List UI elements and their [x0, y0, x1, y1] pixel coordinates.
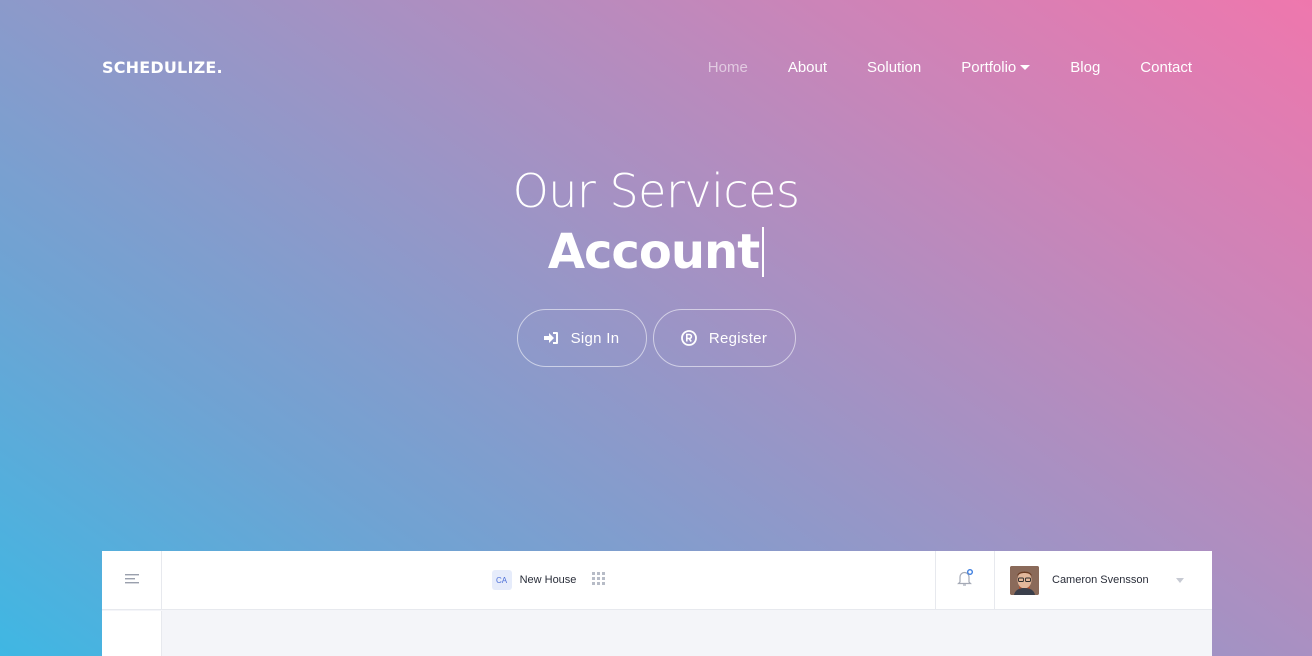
apps-grid-icon[interactable] [592, 572, 606, 588]
app-menu-toggle[interactable] [102, 551, 162, 609]
notifications-button[interactable] [935, 551, 995, 609]
app-sidebar [102, 611, 162, 656]
register-label: Register [708, 329, 768, 347]
navbar: SCHEDULIZE. Home About Solution Portfoli… [102, 52, 1192, 82]
project-switcher[interactable]: CA New House [162, 570, 935, 590]
nav-home[interactable]: Home [708, 59, 748, 76]
app-preview: CA New House Cameron Svensson [102, 551, 1212, 656]
chevron-down-icon [1176, 577, 1184, 583]
typing-cursor [762, 227, 765, 277]
register-button[interactable]: Register [652, 309, 796, 367]
menu-icon [124, 571, 139, 589]
avatar [1010, 565, 1039, 595]
hero: Our Services Account [0, 162, 1312, 284]
nav-blog[interactable]: Blog [1070, 59, 1100, 76]
bell-icon [957, 568, 973, 592]
user-name: Cameron Svensson [1052, 574, 1149, 586]
user-menu[interactable]: Cameron Svensson [995, 551, 1212, 609]
hero-subtitle: Our Services [512, 164, 800, 218]
app-topbar: CA New House Cameron Svensson [102, 551, 1212, 610]
caret-down-icon [1020, 64, 1031, 70]
nav-menu: Home About Solution Portfolio Blog Conta… [668, 59, 1192, 76]
registered-icon [680, 330, 697, 346]
sign-in-icon [543, 331, 559, 345]
nav-portfolio[interactable]: Portfolio [961, 58, 1031, 76]
sign-in-label: Sign In [570, 329, 620, 347]
sign-in-button[interactable]: Sign In [516, 309, 647, 367]
nav-solution[interactable]: Solution [867, 59, 921, 76]
project-name: New House [519, 574, 577, 586]
hero-typed-word: Account [547, 224, 760, 280]
hero-typed-heading: Account [547, 220, 765, 284]
brand-logo[interactable]: SCHEDULIZE. [102, 58, 223, 77]
project-badge: CA [491, 570, 512, 590]
hero-buttons: Sign In Register [0, 309, 1312, 367]
nav-about[interactable]: About [788, 59, 827, 76]
nav-portfolio-label: Portfolio [961, 58, 1017, 76]
nav-contact[interactable]: Contact [1140, 59, 1192, 76]
